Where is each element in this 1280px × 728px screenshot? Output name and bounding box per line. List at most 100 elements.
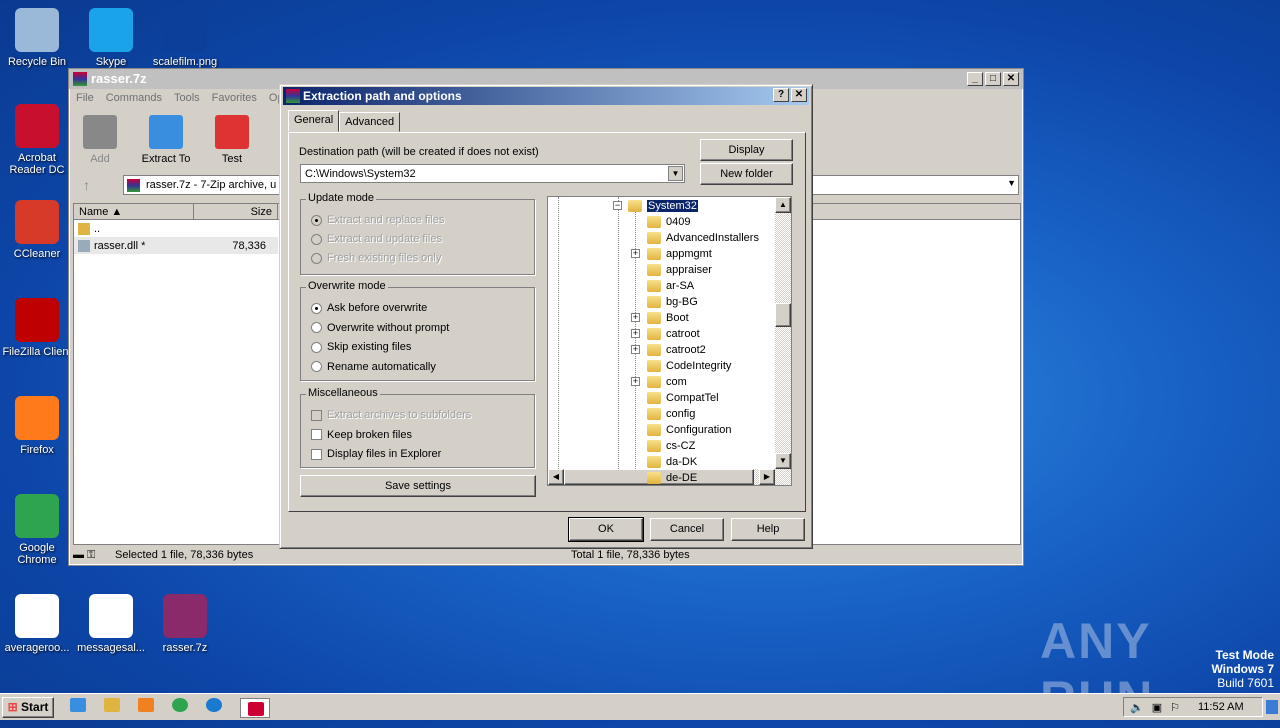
- chrome-icon[interactable]: [172, 698, 190, 716]
- scroll-right-button[interactable]: ▶: [759, 469, 775, 485]
- tree-vscrollbar[interactable]: ▲ ▼: [775, 197, 791, 485]
- tree-node[interactable]: bg-BG: [647, 294, 698, 310]
- toolbar-button[interactable]: Test: [207, 115, 257, 165]
- explorer-icon[interactable]: [104, 698, 122, 716]
- expand-icon[interactable]: +: [631, 313, 640, 322]
- network-icon[interactable]: ▣: [1152, 701, 1162, 714]
- minimize-button[interactable]: _: [967, 72, 983, 86]
- tree-node[interactable]: 0409: [647, 214, 690, 230]
- close-button[interactable]: ✕: [791, 88, 807, 102]
- save-settings-button[interactable]: Save settings: [300, 475, 536, 497]
- folder-icon: [647, 376, 661, 388]
- tree-node[interactable]: + catroot: [631, 326, 700, 342]
- overwrite-mode-option[interactable]: Overwrite without prompt: [311, 322, 449, 334]
- start-button[interactable]: ⊞ Start: [2, 697, 54, 718]
- maximize-button[interactable]: □: [985, 72, 1001, 86]
- ok-button[interactable]: OK: [568, 517, 644, 542]
- misc-checkbox[interactable]: Extract archives to subfolders: [311, 409, 471, 421]
- tree-node[interactable]: ar-SA: [647, 278, 694, 294]
- desktop-icon[interactable]: averageroo...: [0, 594, 74, 654]
- up-button[interactable]: ↑: [83, 177, 90, 193]
- tab-advanced[interactable]: Advanced: [339, 112, 401, 132]
- cancel-button[interactable]: Cancel: [650, 518, 724, 541]
- tab-general[interactable]: General: [288, 110, 340, 132]
- expand-icon[interactable]: +: [631, 377, 640, 386]
- internet-explorer-icon[interactable]: [70, 698, 88, 716]
- tree-node[interactable]: config: [647, 406, 695, 422]
- tree-node[interactable]: CodeIntegrity: [647, 358, 731, 374]
- desktop-icon[interactable]: FileZilla Client: [0, 298, 74, 358]
- desktop-icon[interactable]: Recycle Bin: [0, 8, 74, 68]
- winrar-icon[interactable]: [240, 698, 270, 718]
- help-question-button[interactable]: ?: [773, 88, 789, 102]
- tree-node[interactable]: + catroot2: [631, 342, 706, 358]
- scroll-down-button[interactable]: ▼: [775, 453, 791, 469]
- scroll-left-button[interactable]: ◀: [548, 469, 564, 485]
- tree-node[interactable]: CompatTel: [647, 390, 719, 406]
- column-name[interactable]: Name ▲: [74, 204, 194, 219]
- media-player-icon[interactable]: [138, 698, 156, 716]
- misc-checkbox[interactable]: Display files in Explorer: [311, 448, 441, 460]
- desktop-icon[interactable]: Acrobat Reader DC: [0, 104, 74, 176]
- update-mode-option[interactable]: Extract and update files: [311, 233, 442, 245]
- expand-icon[interactable]: +: [631, 329, 640, 338]
- toolbar-button[interactable]: Add: [75, 115, 125, 165]
- tree-node[interactable]: AdvancedInstallers: [647, 230, 759, 246]
- overwrite-mode-option[interactable]: Ask before overwrite: [311, 302, 427, 314]
- dll-file-icon: [78, 239, 90, 252]
- desktop-icon[interactable]: rasser.7z: [148, 594, 222, 654]
- tree-node[interactable]: cs-CZ: [647, 438, 695, 454]
- update-mode-option[interactable]: Extract and replace files: [311, 214, 444, 226]
- scroll-thumb[interactable]: [775, 303, 791, 327]
- display-button[interactable]: Display: [700, 139, 793, 161]
- tree-node[interactable]: de-DE: [647, 470, 697, 485]
- tree-node[interactable]: + com: [631, 374, 687, 390]
- update-mode-option[interactable]: Fresh existing files only: [311, 252, 441, 264]
- menu-item[interactable]: Favorites: [212, 92, 257, 104]
- desktop-icon[interactable]: messagesal...: [74, 594, 148, 654]
- close-button[interactable]: ✕: [1003, 72, 1019, 86]
- menu-item[interactable]: Tools: [174, 92, 200, 104]
- tree-node[interactable]: Configuration: [647, 422, 731, 438]
- windows-logo-icon: ⊞: [7, 700, 18, 714]
- toolbar-button[interactable]: Extract To: [141, 115, 191, 165]
- overwrite-mode-option[interactable]: Rename automatically: [311, 361, 436, 373]
- overwrite-mode-option[interactable]: Skip existing files: [311, 341, 411, 353]
- menu-item[interactable]: Commands: [106, 92, 162, 104]
- edge-icon[interactable]: [206, 698, 224, 716]
- desktop-icon[interactable]: CCleaner: [0, 200, 74, 260]
- desktop-icon-label: Google Chrome: [17, 542, 57, 566]
- desktop-icon[interactable]: scalefilm.png: [148, 8, 222, 68]
- desktop-icon[interactable]: Google Chrome: [0, 494, 74, 566]
- column-size[interactable]: Size: [194, 204, 278, 219]
- action-center-flag-icon[interactable]: ⚐: [1170, 701, 1180, 714]
- scroll-up-button[interactable]: ▲: [775, 197, 791, 213]
- clock[interactable]: 11:52 AM: [1198, 701, 1244, 713]
- dropdown-arrow-icon[interactable]: ▼: [1007, 178, 1016, 188]
- tree-node-root[interactable]: − System32: [613, 198, 698, 214]
- destination-label: Destination path (will be created if doe…: [299, 146, 539, 158]
- tree-node[interactable]: da-DK: [647, 454, 697, 470]
- dialog-title-bar[interactable]: Extraction path and options ? ✕: [283, 87, 809, 105]
- desktop-icon-label: Recycle Bin: [7, 56, 67, 68]
- destination-path-combo[interactable]: C:\Windows\System32 ▼: [300, 164, 685, 183]
- collapse-icon[interactable]: −: [613, 201, 622, 210]
- misc-checkbox[interactable]: Keep broken files: [311, 429, 412, 441]
- expand-icon[interactable]: +: [631, 249, 640, 258]
- expand-icon[interactable]: +: [631, 345, 640, 354]
- show-desktop-button[interactable]: [1266, 700, 1278, 714]
- folder-icon: [647, 424, 661, 436]
- folder-tree[interactable]: − System32 ▲ ▼ ◀ ▶ 0409 AdvancedInstallers…: [547, 196, 792, 486]
- dropdown-arrow-icon[interactable]: ▼: [668, 166, 683, 181]
- toolbar-icon: [149, 115, 183, 149]
- tree-node[interactable]: + Boot: [631, 310, 689, 326]
- file-row[interactable]: rasser.dll * 78,336: [74, 237, 278, 254]
- volume-icon[interactable]: 🔈: [1130, 701, 1144, 714]
- tree-node[interactable]: + appmgmt: [631, 246, 712, 262]
- new-folder-button[interactable]: New folder: [700, 163, 793, 185]
- help-button[interactable]: Help: [731, 518, 805, 541]
- tree-node[interactable]: appraiser: [647, 262, 712, 278]
- menu-item[interactable]: File: [76, 92, 94, 104]
- desktop-icon[interactable]: Firefox: [0, 396, 74, 456]
- desktop-icon[interactable]: Skype: [74, 8, 148, 68]
